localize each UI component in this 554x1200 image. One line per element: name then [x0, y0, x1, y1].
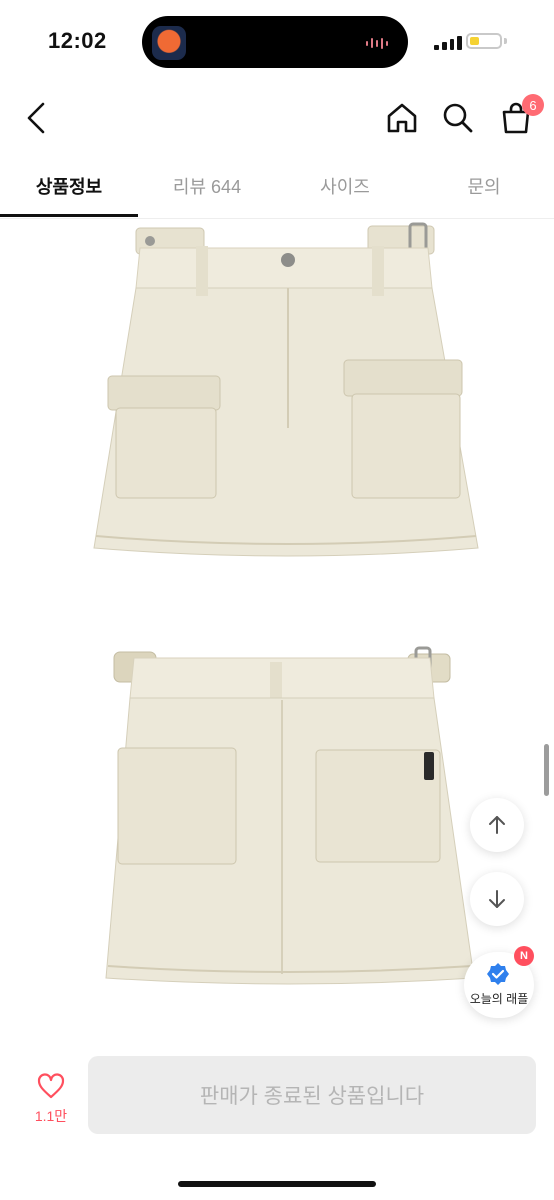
- active-tab-indicator: [0, 214, 138, 217]
- battery-icon: [466, 33, 502, 49]
- arrow-up-icon: [489, 816, 505, 834]
- home-button[interactable]: [380, 96, 424, 140]
- battery-cap: [504, 38, 507, 44]
- arrow-down-icon: [489, 890, 505, 908]
- scroll-down-button[interactable]: [470, 872, 524, 926]
- like-button[interactable]: [32, 1068, 70, 1104]
- chevron-left-icon: [27, 102, 45, 134]
- todays-raffle-label: 오늘의 래플: [469, 992, 529, 1006]
- app-activity-icon: [152, 26, 186, 60]
- search-icon: [443, 103, 473, 133]
- new-badge: N: [514, 946, 534, 966]
- tab-reviews[interactable]: 리뷰 644: [138, 164, 276, 208]
- home-icon: [387, 103, 417, 133]
- product-tabs: 상품정보 리뷰 644 사이즈 문의: [0, 164, 554, 219]
- tab-size[interactable]: 사이즈: [276, 164, 414, 208]
- tab-inquiry[interactable]: 문의: [414, 164, 554, 208]
- back-button[interactable]: [16, 96, 56, 140]
- purchase-button[interactable]: 판매가 종료된 상품입니다: [88, 1056, 536, 1134]
- search-button[interactable]: [436, 96, 480, 140]
- audio-wave-icon: [366, 37, 390, 49]
- cart-count-badge: 6: [522, 94, 544, 116]
- tab-product-info[interactable]: 상품정보: [0, 164, 138, 208]
- like-count: 1.1만: [34, 1108, 68, 1124]
- skirt-front-image: [93, 222, 479, 557]
- home-indicator: [178, 1181, 376, 1187]
- cellular-signal-icon: [434, 34, 462, 50]
- status-time: 12:02: [48, 28, 107, 53]
- scrollbar-thumb[interactable]: [544, 744, 549, 796]
- heart-icon: [37, 1073, 65, 1099]
- scroll-up-button[interactable]: [470, 798, 524, 852]
- verified-badge-icon: [487, 963, 509, 985]
- battery-level: [470, 37, 479, 45]
